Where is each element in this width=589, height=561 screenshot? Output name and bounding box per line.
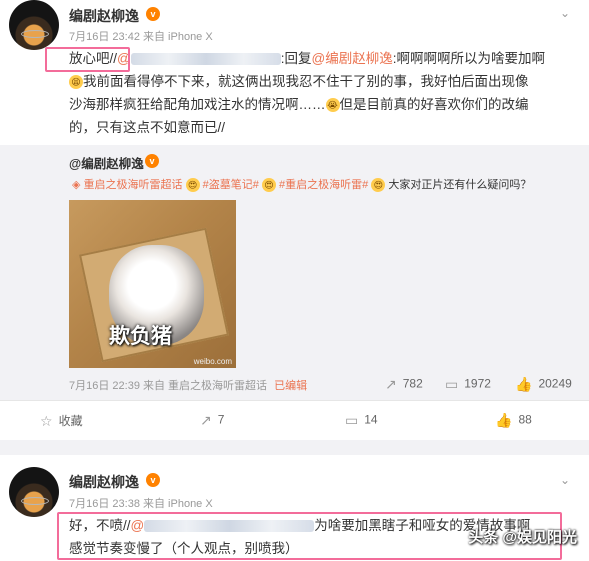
comment-count[interactable]: ▭ 1972 (445, 376, 491, 393)
post-meta: 7月16日 23:38 来自 iPhone X (69, 498, 213, 510)
like-button[interactable]: 👍 88 (495, 412, 532, 429)
star-icon: ☆ (40, 413, 53, 430)
comment-icon: ▭ (345, 412, 359, 428)
avatar[interactable] (9, 0, 59, 50)
like-icon: 👍 (495, 412, 513, 428)
avatar[interactable] (9, 467, 59, 517)
repost-icon: ↗ (385, 376, 397, 392)
super-topic-icon: ◈ (72, 179, 81, 191)
action-bar: ☆ 收藏 ↗ 7 ▭ 14 👍 88 (0, 400, 589, 440)
mention-link[interactable]: @编剧赵柳逸 (312, 51, 393, 66)
repost-question: 大家对正片还有什么疑问吗？ (388, 179, 532, 191)
like-count[interactable]: 👍 20249 (515, 376, 572, 393)
favorite-button[interactable]: ☆ 收藏 (40, 412, 83, 430)
like-icon: 👍 (515, 376, 533, 392)
chevron-down-icon[interactable]: ⌄ (560, 6, 570, 20)
emoji-icon: 😍 (371, 178, 386, 193)
post-body: 放心吧//@:回复@编剧赵柳逸:啊啊啊啊所以为啥要加啊 😫 我前面看得停不下来，就… (69, 47, 584, 139)
post-separator (0, 440, 589, 455)
repost-topics: ◈ 重启之极海听雷超话 😍 #盗墓笔记# 😍 #重启之极海听雷# 😍 大家对正片… (72, 176, 532, 193)
repost-author[interactable]: @编剧赵柳逸 (69, 153, 144, 172)
emoji-icon: 😍 (185, 178, 200, 193)
topic-link-2[interactable]: #盗墓笔记# (203, 179, 259, 191)
post-text-line1: :啊啊啊啊所以为啥要加啊 (392, 51, 545, 66)
vip-badge-icon: v (146, 473, 160, 487)
source-watermark: 头条 @娱见阳光 (468, 529, 577, 546)
topic-link-3[interactable]: #重启之极海听雷# (279, 179, 368, 191)
weibo-post: 编剧赵柳逸 v ⌄ 7月16日 23:38 来自 iPhone X 好，不喷//… (0, 455, 589, 561)
cat-image[interactable]: 欺负猪 weibo.com (69, 200, 236, 368)
edited-link[interactable]: 已编辑 (274, 380, 307, 392)
reposted-content[interactable]: @编剧赵柳逸 v ◈ 重启之极海听雷超话 😍 #盗墓笔记# 😍 #重启之极海听雷… (0, 145, 589, 400)
crying-emoji-icon: 😫 (69, 75, 83, 90)
repost-count[interactable]: ↗ 782 (385, 376, 423, 393)
username[interactable]: 编剧赵柳逸 (69, 472, 139, 492)
image-watermark: weibo.com (193, 357, 232, 366)
highlight-box (45, 47, 130, 72)
post-text-line3: 沙海那样疯狂给配角加戏注水的情况啊…… (69, 97, 326, 112)
chevron-down-icon[interactable]: ⌄ (560, 473, 570, 487)
repost-icon: ↗ (200, 412, 212, 428)
reply-text: :回复 (280, 51, 312, 66)
comment-button[interactable]: ▭ 14 (345, 412, 378, 429)
topic-link-1[interactable]: 重启之极海听雷超话 (84, 179, 183, 191)
post-text-line2: 我前面看得停不下来，就这俩出现我忍不住干了别的事，我好怕后面出现像 (83, 74, 529, 89)
repost-button[interactable]: ↗ 7 (200, 412, 224, 429)
post-text-line4: 的，只有这点不如意而已// (69, 120, 226, 135)
post-meta: 7月16日 23:42 来自 iPhone X (69, 31, 213, 43)
vip-badge-icon: v (146, 7, 160, 21)
repost-meta-text: 7月16日 22:39 来自 重启之极海听雷超话 (69, 380, 268, 392)
image-caption: 欺负猪 (109, 324, 172, 348)
emoji-icon: 😍 (261, 178, 276, 193)
repost-meta: 7月16日 22:39 来自 重启之极海听雷超话 已编辑 (69, 377, 307, 393)
crying-emoji-icon: 😭 (325, 98, 340, 113)
vip-badge-icon: v (145, 154, 159, 168)
weibo-post: 编剧赵柳逸 v ⌄ 7月16日 23:42 来自 iPhone X 放心吧//@… (0, 0, 589, 440)
blurred-username (130, 53, 281, 66)
post-text-line3-tail: 但是目前真的好喜欢你们的改编 (339, 97, 529, 112)
comment-icon: ▭ (445, 376, 459, 392)
username[interactable]: 编剧赵柳逸 (69, 6, 139, 26)
